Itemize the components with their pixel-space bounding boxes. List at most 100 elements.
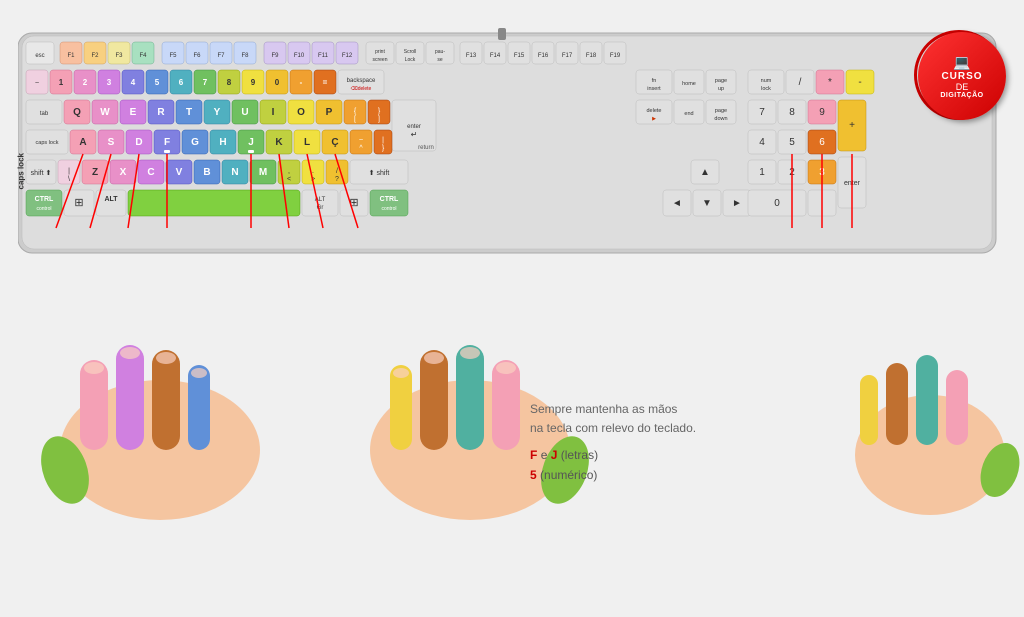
svg-text:E: E xyxy=(130,107,137,118)
svg-text:delete: delete xyxy=(647,108,662,114)
svg-text:se: se xyxy=(437,57,443,63)
svg-text:7: 7 xyxy=(203,78,208,87)
svg-text:print: print xyxy=(375,49,385,55)
svg-text:fn: fn xyxy=(652,78,657,84)
numerico-label: (numérico) xyxy=(540,468,597,482)
svg-text:R: R xyxy=(157,107,165,118)
svg-text:⊞: ⊞ xyxy=(74,197,83,209)
svg-text:P: P xyxy=(326,107,333,118)
svg-text:H: H xyxy=(219,137,226,148)
keyboard-svg: esc F1 F2 F3 F4 F5 F6 F7 F8 F9 F10 F11 F… xyxy=(18,28,998,258)
svg-text:F14: F14 xyxy=(490,53,501,59)
svg-text:J: J xyxy=(248,137,254,148)
svg-text:CTRL: CTRL xyxy=(380,196,399,203)
svg-text:F6: F6 xyxy=(193,53,201,59)
svg-text:Q: Q xyxy=(73,107,81,118)
svg-text:D: D xyxy=(135,137,142,148)
svg-text:F2: F2 xyxy=(91,53,99,59)
svg-text:4: 4 xyxy=(131,78,136,87)
svg-text:Ç: Ç xyxy=(331,137,338,148)
svg-text:F10: F10 xyxy=(294,53,305,59)
svg-text:F16: F16 xyxy=(538,53,549,59)
svg-text:7: 7 xyxy=(759,107,765,118)
svg-text:N: N xyxy=(231,167,238,178)
main-container: 💻 CURSO DE DIGITAÇÃO esc F1 F2 F3 F4 F5 … xyxy=(0,0,1024,617)
ej-label: e xyxy=(541,448,551,462)
svg-text:5: 5 xyxy=(789,137,795,148)
svg-text:esc: esc xyxy=(35,53,44,59)
svg-text:\: \ xyxy=(68,176,70,183)
svg-text:9: 9 xyxy=(251,78,256,87)
svg-text:V: V xyxy=(176,167,183,178)
svg-text:G: G xyxy=(191,137,199,148)
svg-text:F12: F12 xyxy=(342,53,353,59)
svg-text:F18: F18 xyxy=(586,53,597,59)
svg-text:F13: F13 xyxy=(466,53,477,59)
svg-text:F15: F15 xyxy=(514,53,525,59)
svg-text:control: control xyxy=(381,206,396,212)
svg-text:F: F xyxy=(164,137,170,148)
svg-text:2: 2 xyxy=(83,78,88,87)
svg-text:F17: F17 xyxy=(562,53,573,59)
svg-text:?: ? xyxy=(335,176,339,183)
svg-text:M: M xyxy=(259,167,267,178)
svg-text:C: C xyxy=(147,167,154,178)
svg-text:6: 6 xyxy=(819,137,825,148)
svg-text:-: - xyxy=(858,77,861,88)
svg-text:,: , xyxy=(288,168,290,175)
svg-text:5: 5 xyxy=(155,78,160,87)
svg-text:8: 8 xyxy=(227,78,232,87)
svg-text:X: X xyxy=(120,167,127,178)
svg-text:8: 8 xyxy=(789,107,795,118)
svg-text:/: / xyxy=(799,77,802,88)
svg-text:W: W xyxy=(100,107,110,118)
svg-text:I: I xyxy=(272,107,275,118)
svg-text:home: home xyxy=(682,81,696,87)
curso-badge: 💻 CURSO DE DIGITAÇÃO xyxy=(918,32,1006,120)
highlight-f: F xyxy=(530,448,537,462)
svg-text:]: ] xyxy=(378,116,380,123)
svg-text:F8: F8 xyxy=(241,53,249,59)
svg-text:4: 4 xyxy=(759,137,765,148)
svg-text:1: 1 xyxy=(59,78,64,87)
svg-text:6: 6 xyxy=(179,78,184,87)
badge-digitacao: DIGITAÇÃO xyxy=(940,92,983,99)
svg-text:|: | xyxy=(68,168,70,175)
svg-text:1: 1 xyxy=(759,167,765,178)
letras-label: (letras) xyxy=(561,448,598,462)
svg-text:insert: insert xyxy=(647,86,661,92)
svg-text:F1: F1 xyxy=(67,53,75,59)
svg-text:end: end xyxy=(684,111,693,117)
svg-text:⌫delete: ⌫delete xyxy=(351,86,372,92)
svg-text:9: 9 xyxy=(819,107,825,118)
svg-text:⬆ shift: ⬆ shift xyxy=(369,169,390,177)
svg-text:F9: F9 xyxy=(271,53,279,59)
svg-text:*: * xyxy=(828,77,832,88)
numpad-hand-svg xyxy=(830,275,1024,525)
svg-text:L: L xyxy=(304,137,310,148)
svg-text:T: T xyxy=(186,107,192,118)
svg-text:F4: F4 xyxy=(139,53,147,59)
svg-text:.: . xyxy=(312,168,314,175)
svg-text:F7: F7 xyxy=(217,53,225,59)
svg-text:3: 3 xyxy=(107,78,112,87)
svg-text:backspace: backspace xyxy=(347,78,376,84)
svg-text:S: S xyxy=(108,137,115,148)
svg-text:Scroll: Scroll xyxy=(404,49,417,55)
svg-text:CTRL: CTRL xyxy=(35,196,54,203)
svg-text:B: B xyxy=(203,167,210,178)
svg-text:/: / xyxy=(336,168,338,175)
svg-text:[: [ xyxy=(354,116,356,123)
svg-text:▶: ▶ xyxy=(652,116,656,122)
svg-text:lock: lock xyxy=(761,86,771,92)
caps-lock-label: caps lock xyxy=(17,153,26,189)
svg-text:Y: Y xyxy=(214,107,221,118)
svg-text:O: O xyxy=(297,107,305,118)
svg-text:◄: ◄ xyxy=(672,198,682,209)
svg-text:shift ⬆: shift ⬆ xyxy=(31,169,52,177)
svg-text:F19: F19 xyxy=(610,53,621,59)
svg-text:control: control xyxy=(36,206,51,212)
svg-text:Lock: Lock xyxy=(405,57,416,63)
svg-text:-: - xyxy=(300,78,303,87)
right-hand-svg xyxy=(330,250,610,530)
